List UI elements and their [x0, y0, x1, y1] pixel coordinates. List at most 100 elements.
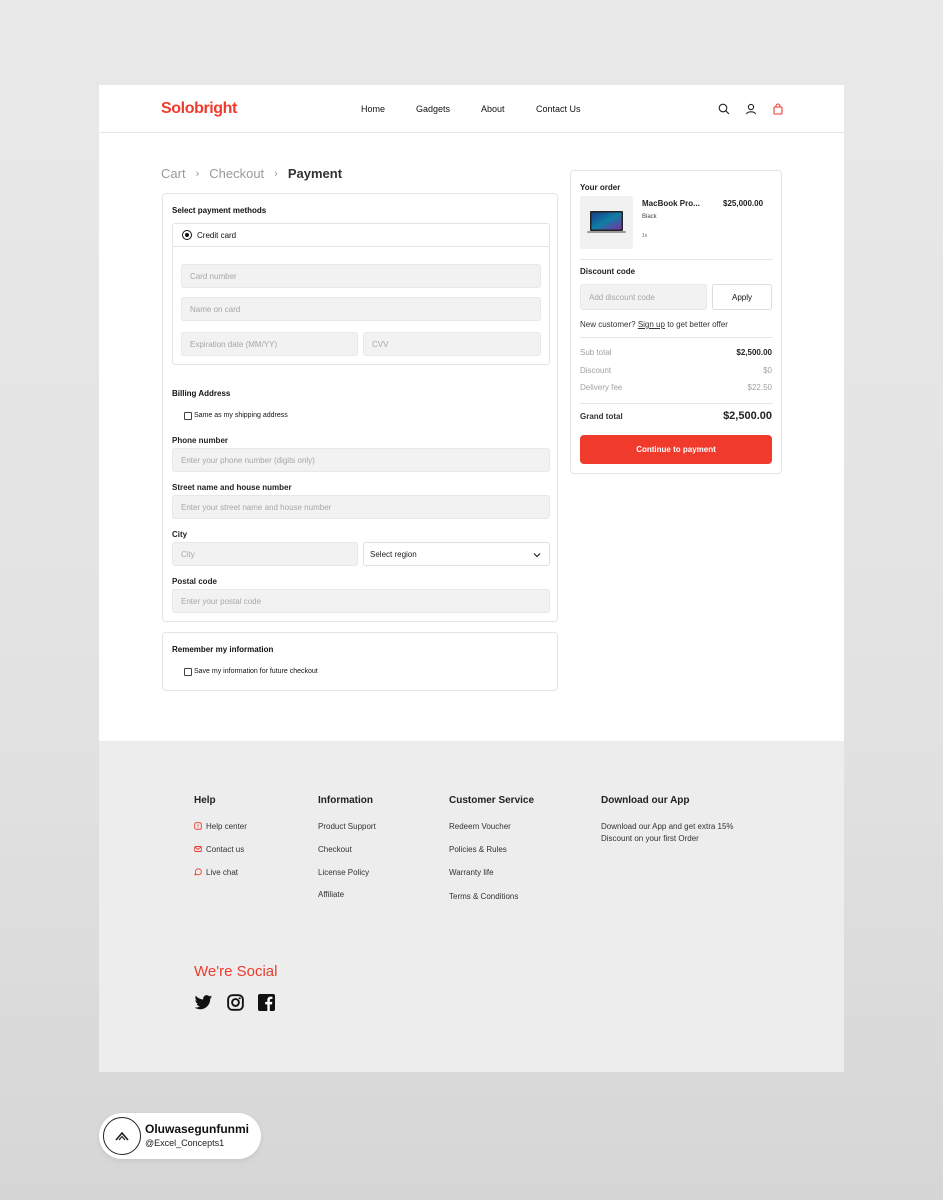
divider [580, 259, 773, 260]
remember-title: Remember my information [172, 645, 274, 654]
footer-checkout[interactable]: Checkout [318, 845, 352, 854]
divider [580, 403, 773, 404]
save-info-checkbox[interactable] [184, 668, 192, 676]
credit-badge: Oluwasegunfunmi @Excel_Concepts1 [99, 1113, 261, 1159]
order-summary: Your order MacBook Pro... $25,000.00 Bla… [570, 170, 782, 474]
signup-link[interactable]: Sign up [638, 320, 665, 329]
street-label: Street name and house number [172, 483, 292, 492]
name-on-card-field[interactable]: Name on card [181, 297, 541, 321]
delivery-value: $22.50 [747, 383, 772, 392]
footer-affiliate[interactable]: Affiliate [318, 890, 344, 899]
brand-logo[interactable]: Solobright [161, 100, 237, 118]
product-color: Black [642, 214, 657, 220]
remember-panel: Remember my information Save my informat… [162, 632, 558, 691]
footer-customer-service-title: Customer Service [449, 795, 535, 806]
chevron-right-icon: › [195, 167, 200, 180]
chat-icon [194, 868, 202, 876]
phone-label: Phone number [172, 436, 229, 445]
product-image [580, 196, 633, 249]
footer-live-chat[interactable]: Live chat [206, 868, 238, 877]
discount-code-label: Discount code [580, 267, 636, 276]
credit-handle: @Excel_Concepts1 [145, 1138, 225, 1148]
footer-terms-conditions[interactable]: Terms & Conditions [449, 892, 518, 901]
footer-product-support[interactable]: Product Support [318, 822, 376, 831]
credit-card-label: Credit card [197, 231, 237, 240]
bag-icon[interactable] [772, 103, 784, 115]
city-label: City [172, 530, 188, 539]
discount-code-field[interactable]: Add discount code [580, 284, 707, 310]
street-field[interactable]: Enter your street name and house number [172, 495, 550, 519]
region-select-value: Select region [370, 549, 417, 559]
chevron-right-icon: › [274, 167, 278, 180]
divider [580, 337, 773, 338]
nav-contact[interactable]: Contact Us [536, 104, 581, 114]
footer-app-title: Download our App [601, 795, 690, 806]
postal-field[interactable]: Enter your postal code [172, 589, 550, 613]
card-number-field[interactable]: Card number [181, 264, 541, 288]
save-info-label: Save my information for future checkout [194, 668, 318, 675]
order-title: Your order [580, 183, 621, 192]
social-title: We're Social [194, 963, 278, 980]
footer-redeem-voucher[interactable]: Redeem Voucher [449, 822, 511, 831]
site-header: Solobright Home Gadgets About Contact Us [99, 85, 844, 133]
help-icon [194, 822, 202, 830]
product-qty: 1x [642, 233, 648, 239]
mail-icon [194, 846, 202, 852]
site-footer: Help Help center Contact us Live chat In… [99, 741, 844, 1072]
continue-to-payment-button[interactable]: Continue to payment [580, 435, 772, 464]
breadcrumb-cart[interactable]: Cart [161, 166, 186, 181]
breadcrumb-checkout[interactable]: Checkout [209, 166, 264, 181]
avatar-logo-icon [115, 1131, 129, 1141]
billing-title: Billing Address [172, 389, 231, 398]
product-name: MacBook Pro... [642, 199, 700, 208]
same-address-checkbox[interactable] [184, 412, 192, 420]
subtotal-value: $2,500.00 [736, 348, 772, 357]
nav-about[interactable]: About [481, 104, 505, 114]
payment-methods-title: Select payment methods [172, 206, 267, 215]
new-customer-note: New customer? Sign up to get better offe… [580, 320, 728, 329]
apply-button[interactable]: Apply [712, 284, 772, 310]
footer-app-line2: Discount on your first Order [601, 834, 699, 843]
footer-app-line1: Download our App and get extra 15% [601, 822, 734, 831]
footer-warranty-life[interactable]: Warranty life [449, 868, 494, 877]
region-select[interactable]: Select region [363, 542, 550, 566]
discount-row-label: Discount [580, 366, 612, 375]
footer-help-title: Help [194, 795, 216, 806]
footer-policies-rules[interactable]: Policies & Rules [449, 845, 507, 854]
discount-value: $0 [763, 366, 772, 375]
payment-panel: Select payment methods Credit card Card … [162, 193, 558, 622]
credit-card-option[interactable]: Credit card [173, 224, 549, 247]
radio-selected[interactable] [182, 230, 192, 240]
expiry-field[interactable]: Expiration date (MM/YY) [181, 332, 358, 356]
nav-gadgets[interactable]: Gadgets [416, 104, 450, 114]
user-icon[interactable] [745, 103, 757, 115]
nav-home[interactable]: Home [361, 104, 385, 114]
footer-help-center[interactable]: Help center [206, 822, 247, 831]
city-field[interactable]: City [172, 542, 358, 566]
page-frame: Solobright Home Gadgets About Contact Us… [99, 85, 844, 1072]
new-customer-text: New customer? [580, 320, 636, 329]
instagram-icon[interactable] [227, 994, 244, 1011]
avatar [103, 1117, 141, 1155]
subtotal-label: Sub total [580, 348, 612, 357]
footer-license-policy[interactable]: License Policy [318, 868, 369, 877]
product-price: $25,000.00 [723, 199, 764, 208]
new-customer-suffix: to get better offer [667, 320, 728, 329]
grand-total-value: $2,500.00 [723, 410, 772, 422]
search-icon[interactable] [718, 103, 730, 115]
breadcrumb: Cart › Checkout › Payment [161, 166, 342, 181]
postal-label: Postal code [172, 577, 217, 586]
grand-total-label: Grand total [580, 412, 623, 421]
footer-information-title: Information [318, 795, 373, 806]
facebook-icon[interactable] [258, 994, 275, 1011]
footer-contact-us[interactable]: Contact us [206, 845, 244, 854]
credit-card-box: Credit card Card number Name on card Exp… [172, 223, 550, 365]
same-address-label: Same as my shipping address [194, 412, 288, 419]
phone-field[interactable]: Enter your phone number (digits only) [172, 448, 550, 472]
credit-name: Oluwasegunfunmi [145, 1122, 250, 1136]
twitter-icon[interactable] [194, 995, 213, 1011]
cvv-field[interactable]: CVV [363, 332, 541, 356]
breadcrumb-payment: Payment [287, 166, 343, 181]
chevron-down-icon [533, 553, 541, 558]
delivery-label: Delivery fee [580, 383, 623, 392]
